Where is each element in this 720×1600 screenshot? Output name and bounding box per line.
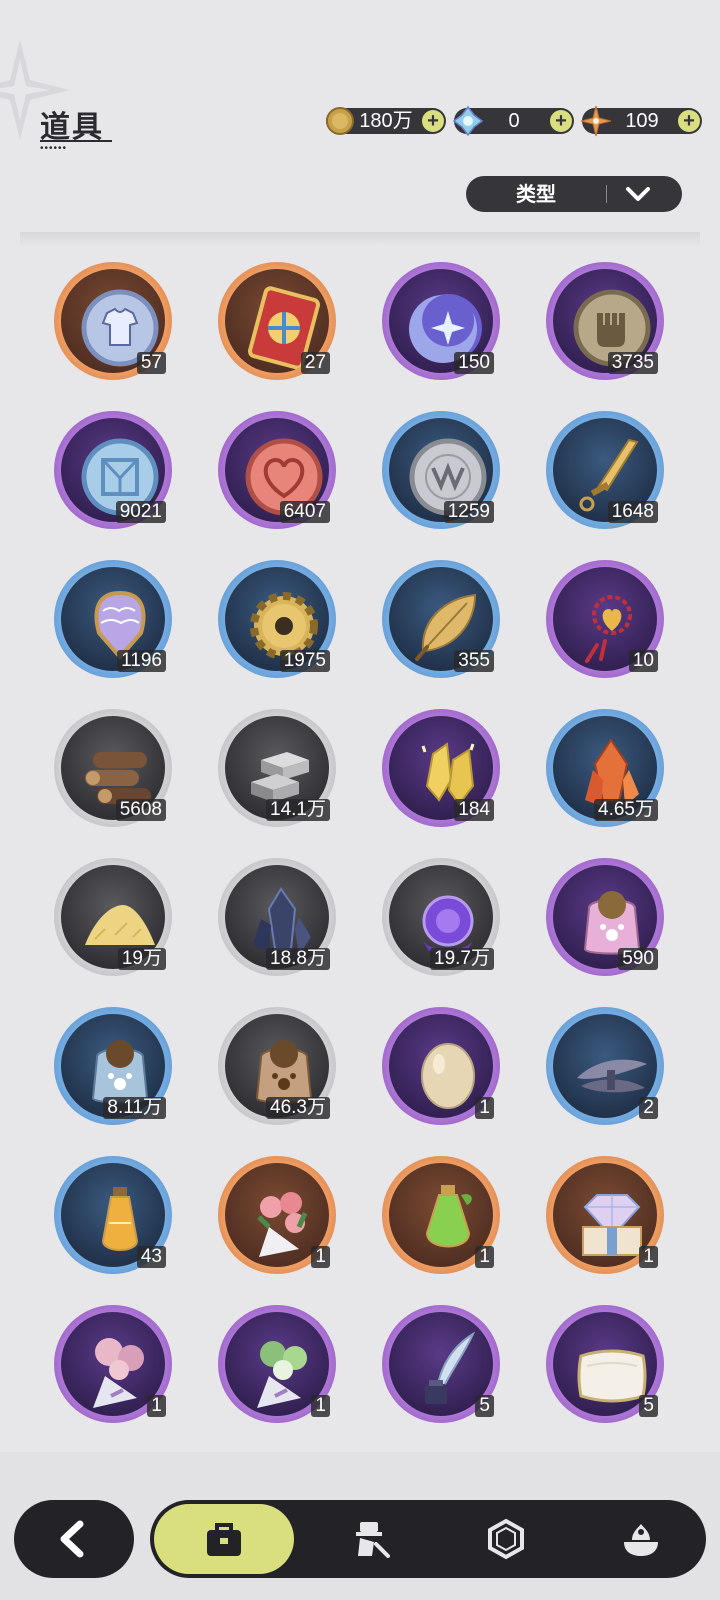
item-slot[interactable]: 4.65万 (546, 709, 664, 827)
item-quantity: 27 (300, 352, 330, 374)
item-quantity: 184 (454, 799, 494, 821)
item-quantity: 150 (454, 352, 494, 374)
item-slot[interactable]: 19万 (54, 858, 172, 976)
item-slot[interactable]: 184 (382, 709, 500, 827)
item-slot[interactable]: 1975 (218, 560, 336, 678)
add-crystal-button[interactable]: + (550, 110, 572, 132)
hexagon-gem-icon (488, 1518, 524, 1560)
item-quantity: 1 (639, 1246, 658, 1268)
item-quantity: 355 (454, 650, 494, 672)
item-quantity: 43 (136, 1246, 166, 1268)
item-quantity: 6407 (279, 501, 330, 523)
item-quantity: 1 (475, 1097, 494, 1119)
bottom-tab-bar (150, 1500, 706, 1578)
item-slot[interactable]: 1 (54, 1305, 172, 1423)
item-quantity: 1 (147, 1395, 166, 1417)
item-quantity: 46.3万 (266, 1097, 330, 1119)
tab-bag[interactable] (154, 1504, 294, 1574)
item-slot[interactable]: 1 (546, 1156, 664, 1274)
item-slot[interactable]: 5 (546, 1305, 664, 1423)
type-filter-dropdown[interactable]: 类型 (466, 176, 682, 212)
item-quantity: 1648 (607, 501, 658, 523)
item-quantity: 9021 (115, 501, 166, 523)
currency-star-value: 109 (625, 110, 659, 132)
item-quantity: 1 (311, 1246, 330, 1268)
back-arrow-icon (60, 1520, 84, 1558)
item-slot[interactable]: 10 (546, 560, 664, 678)
add-star-button[interactable]: + (678, 110, 700, 132)
filter-label: 类型 (516, 182, 556, 206)
item-slot[interactable]: 19.7万 (382, 858, 500, 976)
bag-icon (207, 1523, 241, 1556)
item-quantity: 590 (618, 948, 658, 970)
item-slot[interactable]: 14.1万 (218, 709, 336, 827)
item-quantity: 18.8万 (266, 948, 330, 970)
tab-character[interactable] (310, 1500, 430, 1578)
item-quantity: 19.7万 (430, 948, 494, 970)
item-quantity: 5 (639, 1395, 658, 1417)
item-slot[interactable]: 1 (382, 1156, 500, 1274)
item-slot[interactable]: 27 (218, 262, 336, 380)
item-slot[interactable]: 46.3万 (218, 1007, 336, 1125)
item-slot[interactable]: 43 (54, 1156, 172, 1274)
title-dots: •••••• (40, 143, 68, 154)
item-quantity: 14.1万 (266, 799, 330, 821)
item-quantity: 5608 (115, 799, 166, 821)
item-quantity: 5 (475, 1395, 494, 1417)
title-underline (40, 140, 112, 142)
header-divider (20, 232, 700, 246)
item-quantity: 4.65万 (594, 799, 658, 821)
item-slot[interactable]: 1648 (546, 411, 664, 529)
item-slot[interactable]: 150 (382, 262, 500, 380)
item-quantity: 1 (475, 1246, 494, 1268)
item-slot[interactable]: 1 (382, 1007, 500, 1125)
food-bowl-icon (624, 1524, 658, 1556)
item-quantity: 57 (136, 352, 166, 374)
item-slot[interactable]: 355 (382, 560, 500, 678)
item-quantity: 1 (311, 1395, 330, 1417)
item-slot[interactable]: 2 (546, 1007, 664, 1125)
tab-gems[interactable] (445, 1500, 565, 1578)
item-quantity: 19万 (117, 948, 166, 970)
currency-crystal-value: 0 (508, 110, 520, 132)
filter-separator (606, 185, 607, 203)
item-slot[interactable]: 5 (382, 1305, 500, 1423)
currency-gold-value: 180万 (359, 110, 413, 132)
tab-food[interactable] (580, 1500, 700, 1578)
item-quantity: 1196 (117, 650, 166, 672)
item-slot[interactable]: 18.8万 (218, 858, 336, 976)
item-slot[interactable]: 6407 (218, 411, 336, 529)
item-quantity: 3735 (607, 352, 658, 374)
item-slot[interactable]: 5608 (54, 709, 172, 827)
item-slot[interactable]: 3735 (546, 262, 664, 380)
character-gear-icon (356, 1522, 390, 1558)
back-button[interactable] (14, 1500, 134, 1578)
item-slot[interactable]: 1 (218, 1156, 336, 1274)
chevron-down-icon (626, 187, 650, 201)
item-quantity: 1259 (443, 501, 494, 523)
currency-crystal: 0 + (452, 105, 574, 137)
currency-star: 109 + (580, 105, 702, 137)
item-quantity: 1975 (279, 650, 330, 672)
item-slot[interactable]: 57 (54, 262, 172, 380)
item-slot[interactable]: 1196 (54, 560, 172, 678)
currency-gold: 180万 + (326, 107, 446, 135)
item-slot[interactable]: 8.11万 (54, 1007, 172, 1125)
item-slot[interactable]: 590 (546, 858, 664, 976)
item-quantity: 8.11万 (103, 1097, 166, 1119)
item-quantity: 2 (639, 1097, 658, 1119)
add-gold-button[interactable]: + (422, 110, 444, 132)
item-slot[interactable]: 1259 (382, 411, 500, 529)
item-slot[interactable]: 9021 (54, 411, 172, 529)
item-quantity: 10 (628, 650, 658, 672)
item-slot[interactable]: 1 (218, 1305, 336, 1423)
